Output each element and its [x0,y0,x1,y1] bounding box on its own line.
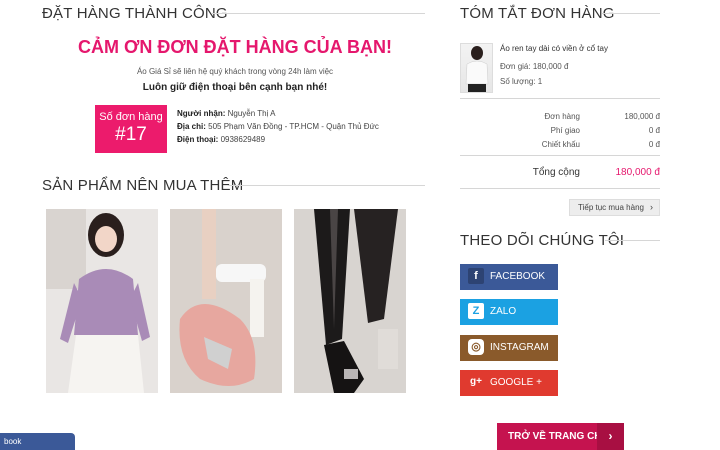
recipient-label: Người nhận: [177,109,226,118]
summary-product-thumbnail [460,43,493,93]
google-plus-button[interactable]: g+ GOOGLE + [460,370,558,396]
instagram-label: INSTAGRAM [490,342,549,353]
order-success-title: ĐẶT HÀNG THÀNH CÔNG [42,5,228,22]
address-value: 505 Phạm Văn Đồng - TP.HCM - Quận Thủ Đứ… [208,122,379,131]
back-to-home-button[interactable]: TRỞ VỀ TRANG CHỦ › [497,423,624,450]
product-image-leggings[interactable] [294,209,406,393]
continue-shopping-button[interactable]: Tiếp tục mua hàng › [569,199,660,216]
order-number: #17 [115,124,147,145]
address-label: Địa chỉ: [177,122,206,131]
quantity-value: 1 [537,77,543,86]
google-plus-label: GOOGLE + [490,377,542,388]
discount-value: 0 đ [648,140,660,149]
follow-title: THEO DÕI CHÚNG TÔI [460,232,625,249]
facebook-chat-tab[interactable]: book [0,433,75,450]
google-plus-icon: g+ [470,376,482,388]
chevron-right-icon: › [650,202,653,212]
facebook-label: FACEBOOK [490,271,546,282]
recipient-value: Nguyễn Thị A [227,109,276,118]
recommend-title: SẢN PHẨM NÊN MUA THÊM [42,177,244,194]
product-image-blouse[interactable] [46,209,158,393]
back-to-home-label: TRỞ VỀ TRANG CHỦ [508,431,609,442]
phone-label: Điện thoại: [177,135,219,144]
title-divider [212,13,425,14]
summary-quantity: Số lượng: 1 [500,77,542,86]
phone-value: 0938629489 [220,135,266,144]
order-number-badge: Số đơn hàng #17 [95,105,167,153]
quantity-label: Số lượng: [500,77,536,86]
shipping-value: 0 đ [648,126,660,135]
unit-price-value: 180,000 đ [532,62,569,71]
zalo-button[interactable]: Z ZALO [460,299,558,325]
contact-note: Áo Giá Sỉ sẽ liên hệ quý khách trong vòn… [136,67,334,76]
order-number-label: Số đơn hàng [99,111,163,123]
order-subtotal-value: 180,000 đ [624,112,660,121]
instagram-icon: ◎ [468,339,484,356]
address-line: Địa chỉ: 505 Phạm Văn Đồng - TP.HCM - Qu… [177,122,379,131]
keep-phone-note: Luôn giữ điện thoại bên cạnh bạn nhé! [142,82,328,93]
summary-line-2 [460,155,660,156]
chevron-right-icon: › [597,423,624,450]
continue-shopping-label: Tiếp tục mua hàng [578,203,644,212]
zalo-label: ZALO [490,306,517,317]
summary-line-3 [460,188,660,189]
facebook-button[interactable]: f FACEBOOK [460,264,558,290]
zalo-icon: Z [468,303,484,320]
summary-divider [602,13,660,14]
order-subtotal-label: Đơn hàng [544,112,581,121]
instagram-button[interactable]: ◎ INSTAGRAM [460,335,558,361]
summary-product-name[interactable]: Áo ren tay dài có viền ở cổ tay [500,44,608,53]
discount-label: Chiết khấu [541,140,580,149]
shipping-label: Phí giao [550,126,580,135]
recommend-divider [228,185,425,186]
total-value: 180,000 đ [615,167,661,178]
product-image-sandals[interactable] [170,209,282,393]
total-label: Tổng cộng [532,167,580,178]
phone-line: Điện thoại: 0938629489 [177,135,265,144]
facebook-icon: f [468,268,484,285]
summary-line-1 [460,98,660,99]
thank-you-heading: CẢM ƠN ĐƠN ĐẶT HÀNG CỦA BẠN! [77,37,392,57]
follow-divider [605,240,660,241]
summary-unit-price: Đơn giá: 180,000 đ [500,62,568,71]
unit-price-label: Đơn giá: [500,62,531,71]
recipient-line: Người nhận: Nguyễn Thị A [177,109,276,118]
summary-title: TÓM TẮT ĐƠN HÀNG [460,5,615,22]
